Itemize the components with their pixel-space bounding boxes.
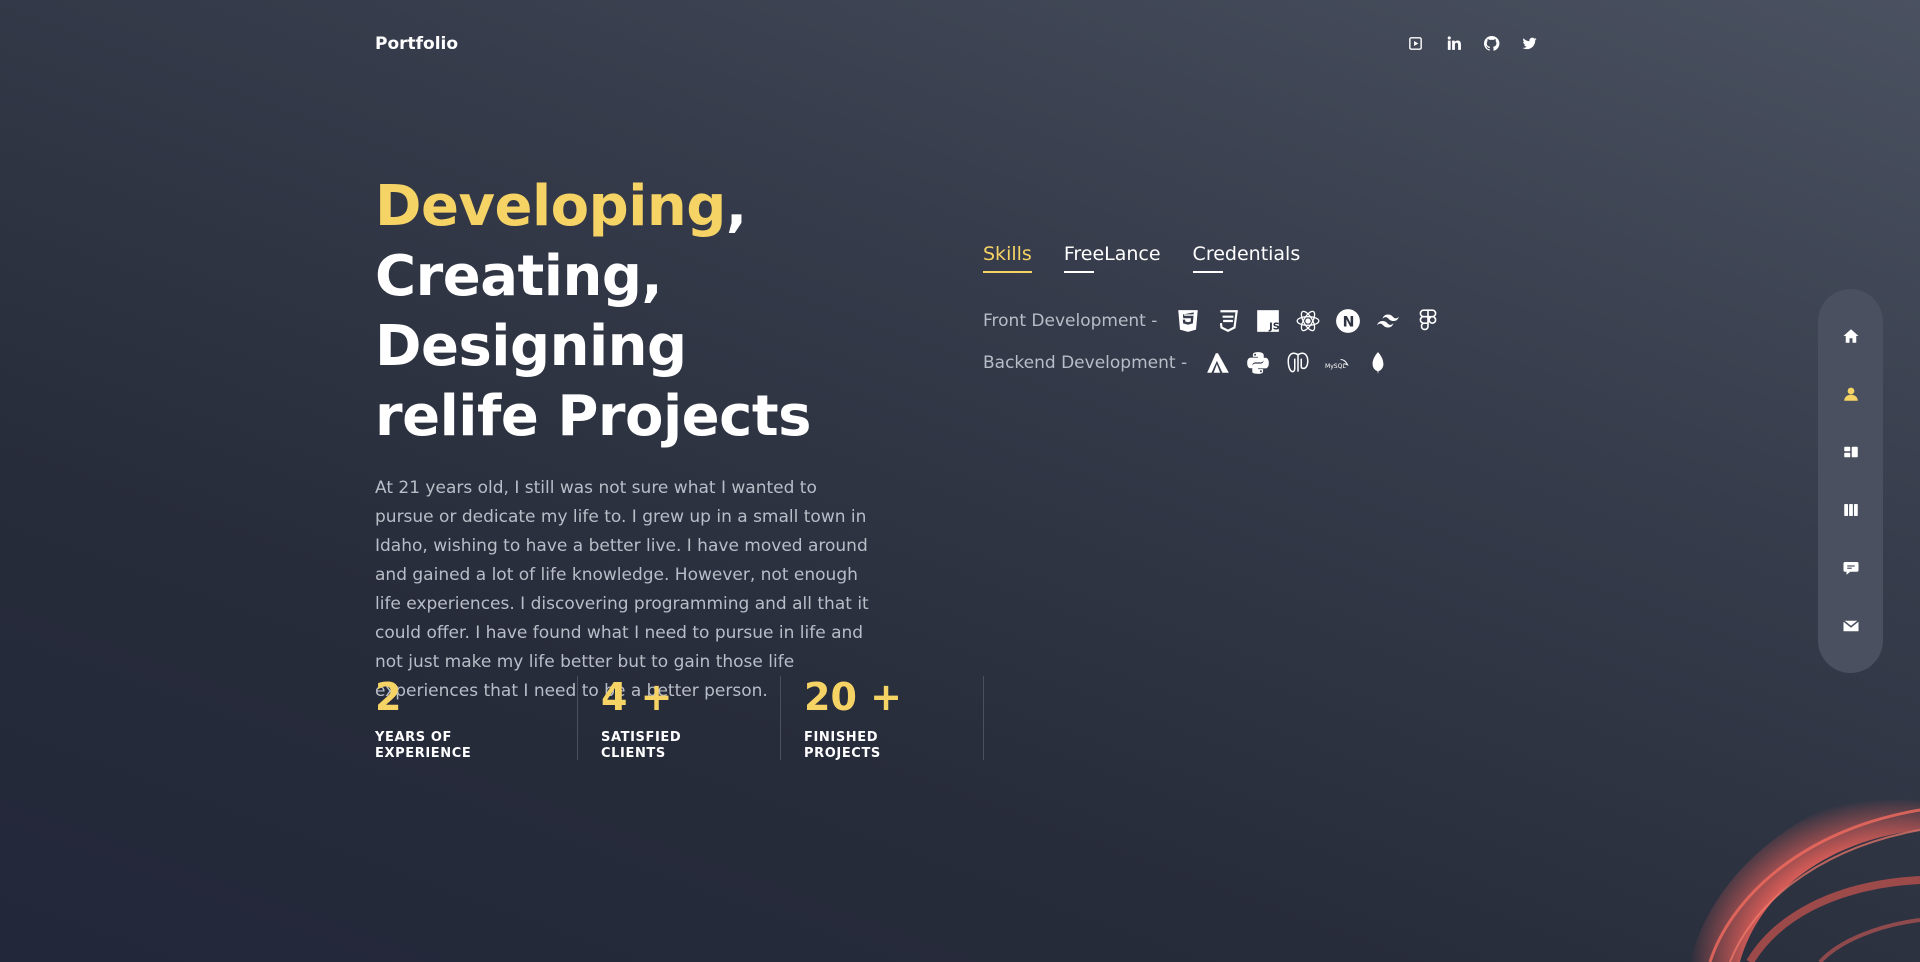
logo[interactable]: Portfolio	[375, 34, 458, 54]
portfolio-columns-icon[interactable]	[1839, 498, 1863, 522]
front-development-label: Front Development -	[983, 311, 1158, 331]
svg-text:JS: JS	[1268, 322, 1280, 333]
stat-label: YEARS OF EXPERIENCE	[375, 730, 472, 761]
svg-text:N: N	[1343, 314, 1355, 330]
tab-freelance[interactable]: FreeLance	[1063, 243, 1161, 273]
chat-icon[interactable]	[1839, 556, 1863, 580]
social-links	[1405, 33, 1539, 53]
react-icon	[1295, 308, 1321, 334]
stats-row: 2 YEARS OF EXPERIENCE 4 + SATISFIED CLIE…	[375, 675, 984, 761]
postgresql-icon	[1285, 350, 1311, 376]
hero-section: Developing, Creating, Designing relife P…	[375, 172, 955, 706]
user-icon[interactable]	[1839, 382, 1863, 406]
stat-value: 4 +	[601, 675, 673, 719]
front-skill-icons: JS N	[1175, 308, 1441, 334]
javascript-icon: JS	[1255, 308, 1281, 334]
headline-comma: ,	[725, 174, 747, 239]
headline: Developing, Creating, Designing relife P…	[375, 172, 955, 452]
mail-icon[interactable]	[1839, 614, 1863, 638]
home-icon[interactable]	[1839, 324, 1863, 348]
mysql-icon: MySQL	[1325, 350, 1351, 376]
stat-clients: 4 + SATISFIED CLIENTS	[578, 675, 781, 761]
tab-skills[interactable]: Skills	[983, 243, 1032, 273]
bio-paragraph: At 21 years old, I still was not sure wh…	[375, 478, 869, 701]
skills-tabs: Skills FreeLance Credentials	[983, 243, 1300, 273]
github-icon[interactable]	[1481, 33, 1501, 53]
css3-icon	[1215, 308, 1241, 334]
backend-skill-icons: MySQL	[1205, 350, 1391, 376]
stat-value: 2	[375, 675, 402, 719]
stat-projects: 20 + FINISHED PROJECTS	[781, 675, 984, 761]
stat-experience: 2 YEARS OF EXPERIENCE	[375, 675, 578, 761]
nestjs-icon	[1205, 350, 1231, 376]
mongodb-icon	[1365, 350, 1391, 376]
linkedin-icon[interactable]	[1443, 33, 1463, 53]
headline-line-2: Creating, Designing	[375, 244, 687, 379]
tailwind-icon	[1375, 308, 1401, 334]
python-icon	[1245, 350, 1271, 376]
html5-icon	[1175, 308, 1201, 334]
tab-credentials[interactable]: Credentials	[1192, 243, 1300, 273]
dashboard-icon[interactable]	[1839, 440, 1863, 464]
svg-text:MySQL: MySQL	[1325, 363, 1346, 370]
stat-label: FINISHED PROJECTS	[804, 730, 881, 761]
side-navigation	[1818, 289, 1883, 673]
nextjs-icon: N	[1335, 308, 1361, 334]
front-development-row: Front Development - JS N	[983, 308, 1441, 334]
stat-label: SATISFIED CLIENTS	[601, 730, 682, 761]
twitter-icon[interactable]	[1519, 33, 1539, 53]
youtube-icon[interactable]	[1405, 33, 1425, 53]
decorative-swirl	[1680, 770, 1920, 962]
stat-value: 20 +	[804, 675, 902, 719]
headline-accent: Developing	[375, 174, 726, 239]
backend-development-row: Backend Development - MySQL	[983, 350, 1391, 376]
figma-icon	[1415, 308, 1441, 334]
headline-line-3: relife Projects	[375, 384, 811, 449]
backend-development-label: Backend Development -	[983, 353, 1188, 373]
